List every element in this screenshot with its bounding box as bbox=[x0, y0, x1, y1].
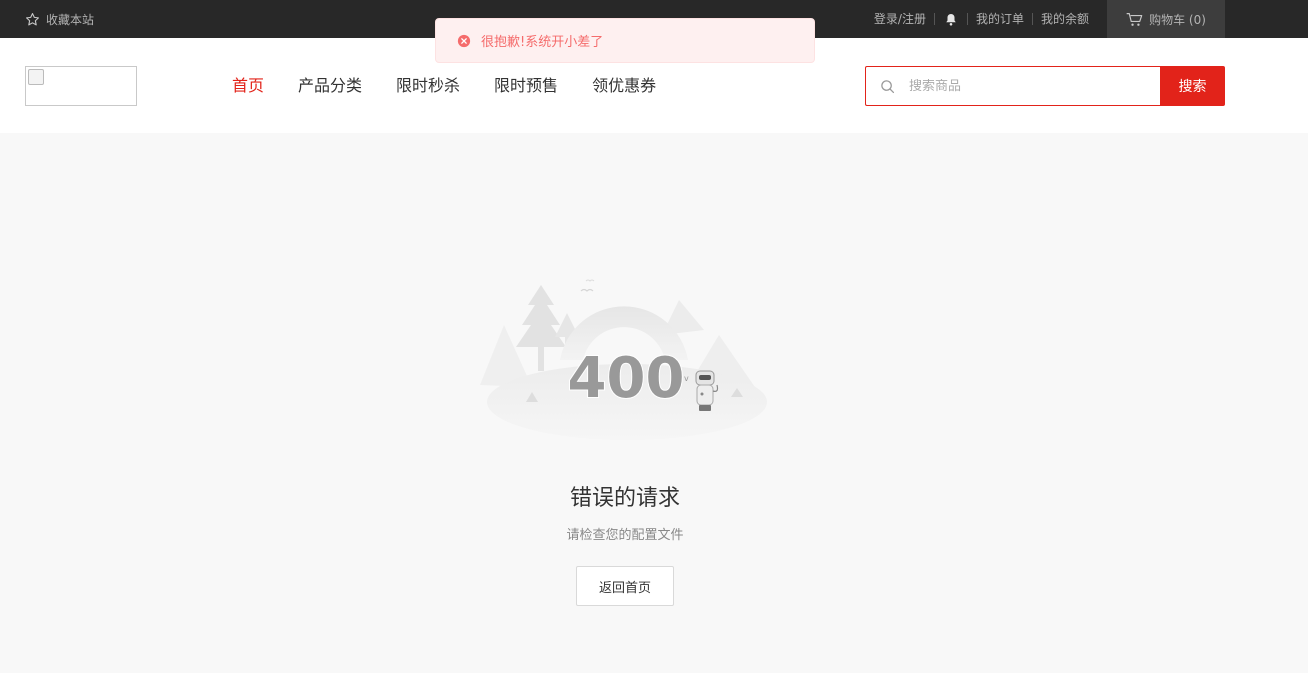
nav-item-categories[interactable]: 产品分类 bbox=[298, 76, 362, 96]
my-orders-link[interactable]: 我的订单 bbox=[968, 13, 1032, 25]
nav-item-presale[interactable]: 限时预售 bbox=[494, 76, 558, 96]
search-button[interactable]: 搜索 bbox=[1160, 66, 1225, 106]
cart-button[interactable]: 购物车 (0) bbox=[1107, 0, 1225, 38]
top-bar-links: 登录/注册 我的订单 我的余额 购物车 (0) bbox=[866, 0, 1225, 38]
bell-icon bbox=[946, 13, 956, 26]
login-register-link[interactable]: 登录/注册 bbox=[866, 13, 934, 25]
tree-icon bbox=[516, 285, 566, 347]
error-circle-icon bbox=[457, 34, 471, 47]
tree-trunk bbox=[538, 345, 544, 371]
my-balance-link[interactable]: 我的余额 bbox=[1033, 13, 1097, 25]
error-illustration: 400 v bbox=[480, 279, 767, 440]
star-icon bbox=[26, 12, 39, 25]
error-title: 错误的请求 bbox=[569, 486, 680, 511]
svg-text:v: v bbox=[684, 374, 689, 383]
back-home-button[interactable]: 返回首页 bbox=[576, 566, 674, 606]
search-icon bbox=[881, 79, 895, 93]
favorite-site-label: 收藏本站 bbox=[46, 12, 95, 27]
cart-label: 购物车 (0) bbox=[1149, 12, 1206, 27]
search-bar: 搜索 bbox=[865, 66, 1225, 106]
error-subtitle: 请检查您的配置文件 bbox=[566, 528, 684, 543]
nav-item-coupons[interactable]: 领优惠券 bbox=[592, 76, 656, 96]
bird-icon bbox=[585, 279, 595, 282]
toast-message: 很抱歉!系统开小差了 bbox=[481, 35, 604, 50]
cart-icon bbox=[1126, 12, 1143, 26]
main-nav: 首页 产品分类 限时秒杀 限时预售 领优惠券 bbox=[232, 76, 656, 96]
notification-bell[interactable] bbox=[935, 13, 967, 26]
search-input[interactable] bbox=[909, 78, 1149, 94]
search-box bbox=[865, 66, 1160, 106]
bird-icon bbox=[580, 288, 594, 292]
error-code: 400 bbox=[568, 346, 685, 411]
nav-item-home[interactable]: 首页 bbox=[232, 76, 264, 96]
favorite-site-link[interactable]: 收藏本站 bbox=[25, 0, 94, 38]
site-logo[interactable] bbox=[25, 66, 137, 106]
broken-image-icon bbox=[28, 69, 44, 85]
error-toast: 很抱歉!系统开小差了 bbox=[435, 18, 815, 63]
nav-item-flash-sale[interactable]: 限时秒杀 bbox=[396, 76, 460, 96]
